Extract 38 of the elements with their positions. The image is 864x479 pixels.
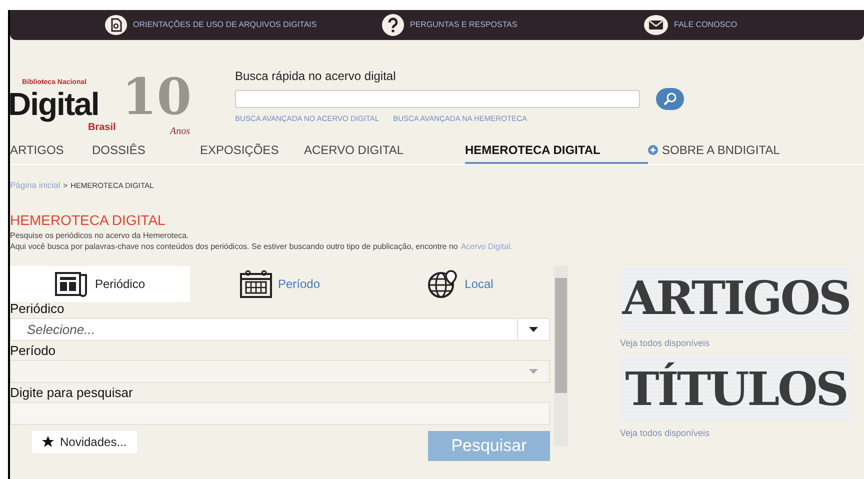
- logo-number: 10: [122, 72, 192, 122]
- news-button[interactable]: Novidades...: [32, 430, 137, 453]
- field-label: Digite para pesquisar: [10, 384, 134, 402]
- plus-icon: [648, 145, 658, 155]
- select-field[interactable]: Selecione...: [10, 318, 550, 341]
- nav-tab[interactable]: ACERVO DIGITAL: [304, 141, 465, 164]
- nav-tab[interactable]: HEMEROTECA DIGITAL: [465, 141, 648, 164]
- star-icon: [42, 436, 54, 448]
- nav-tab[interactable]: DOSSIÊS: [92, 141, 200, 164]
- nav-tab[interactable]: EXPOSIÇÕES: [200, 141, 304, 164]
- intro-text: Aqui você busca por palavras-chave nos conteúdos dos periódicos. Se estiver buscando outro tipo de publicação, encontre no: [10, 240, 458, 252]
- field-label: Período: [10, 342, 57, 360]
- search-tab[interactable]: Periódico: [10, 266, 190, 302]
- top-bar-link[interactable]: ORIENTAÇÕES DE USO DE ARQUIVOS DIGITAIS: [105, 15, 382, 35]
- field-label: Periódico: [10, 300, 66, 318]
- newspaper-icon: [54, 270, 89, 297]
- quick-search-label: Busca rápida no acervo digital: [235, 68, 397, 85]
- nav-tab[interactable]: SOBRE A BNDIGITAL: [648, 141, 780, 164]
- quick-search-field[interactable]: [235, 90, 640, 108]
- intro-text: Pesquise os periódicos no acervo da Hemeroteca.: [10, 230, 190, 241]
- banner-title: ARTIGOS: [622, 275, 850, 322]
- document-icon: [105, 15, 127, 35]
- calendar-icon: [240, 270, 272, 298]
- nav-tab[interactable]: ARTIGOS: [10, 141, 92, 164]
- search-button[interactable]: [656, 88, 684, 110]
- question-icon: [382, 14, 404, 36]
- logo-anos: Anos: [170, 125, 190, 139]
- page-heading: HEMEROTECA DIGITAL: [10, 212, 166, 228]
- search-icon: [663, 92, 677, 106]
- logo-subtitle: Brasil: [88, 122, 116, 135]
- top-bar-link[interactable]: FALE CONOSCO: [644, 15, 738, 35]
- globe-icon: [426, 270, 459, 298]
- logo-wordmark: Digital: [8, 88, 99, 120]
- caret-icon: [529, 326, 538, 332]
- search-field[interactable]: [10, 402, 550, 425]
- top-bar-link[interactable]: PERGUNTAS E RESPOSTAS: [382, 14, 644, 36]
- envelope-icon: [644, 15, 668, 35]
- caret-icon: [528, 368, 538, 374]
